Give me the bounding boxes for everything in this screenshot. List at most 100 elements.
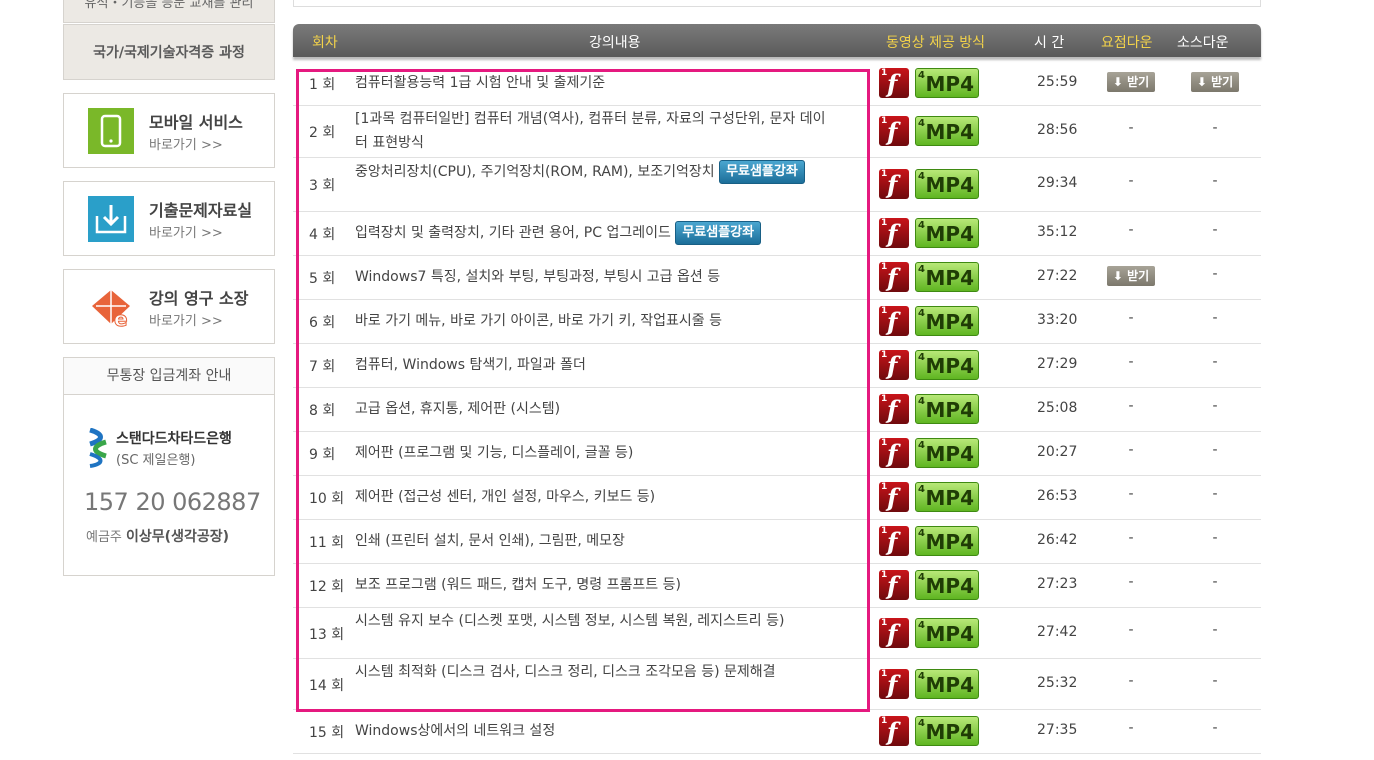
source-download: - — [1212, 354, 1218, 370]
source-download: - — [1212, 574, 1218, 590]
bank-subname: (SC 제일은행) — [116, 453, 196, 468]
header-time: 시 간 — [1034, 35, 1065, 51]
mp4-button[interactable]: MP4 — [915, 343, 979, 380]
lecture-title[interactable]: 컴퓨터활용능력 1급 시험 안내 및 출제기준 — [355, 71, 830, 95]
source-download: - — [1212, 120, 1218, 136]
summary-download: - — [1128, 486, 1134, 502]
past-exam-box[interactable]: 기출문제자료실 바로가기 >> — [63, 181, 275, 256]
lecture-time: 33:20 — [1037, 312, 1078, 328]
summary-download[interactable]: ⬇ 받기 — [1101, 72, 1161, 92]
flash-icon[interactable] — [879, 482, 909, 512]
table-row: 13 회 시스템 유지 보수 (디스켓 포맷, 시스템 정보, 시스템 복원, … — [293, 607, 1261, 659]
flash-icon[interactable] — [879, 394, 909, 424]
mp4-button[interactable]: MP4 — [915, 387, 979, 424]
sidebar-top-cut[interactable]: 유석・기능을 능문 교재를 관리 — [63, 0, 275, 23]
source-download: - — [1212, 173, 1218, 189]
lecture-title[interactable]: 시스템 유지 보수 (디스켓 포맷, 시스템 정보, 시스템 복원, 레지스트리… — [355, 609, 830, 633]
table-row: 8 회 고급 옵션, 휴지통, 제어판 (시스템) MP4 25:08 - - — [293, 387, 1261, 432]
mobile-service-box[interactable]: 모바일 서비스 바로가기 >> — [63, 93, 275, 168]
mp4-button[interactable]: MP4 — [915, 709, 979, 746]
source-download: - — [1212, 622, 1218, 638]
mp4-button[interactable]: MP4 — [915, 109, 979, 146]
table-row: 6 회 바로 가기 메뉴, 바로 가기 아이콘, 바로 가기 키, 작업표시줄 … — [293, 299, 1261, 344]
mp4-button[interactable]: MP4 — [915, 475, 979, 512]
lecture-title[interactable]: 입력장치 및 출력장치, 기타 관련 용어, PC 업그레이드 무료샘플강좌 — [355, 221, 830, 245]
lecture-title[interactable]: [1과목 컴퓨터일반] 컴퓨터 개념(역사), 컴퓨터 분류, 자료의 구성단위… — [355, 107, 830, 155]
summary-download: - — [1128, 398, 1134, 414]
lecture-e-icon: e — [92, 290, 130, 330]
download-button[interactable]: ⬇ 받기 — [1190, 72, 1240, 92]
sidebar-nav-national-cert[interactable]: 국가/국제기술자격증 과정 — [63, 24, 275, 80]
flash-icon[interactable] — [879, 169, 909, 199]
lecture-title[interactable]: Windows상에서의 네트워크 설정 — [355, 719, 830, 743]
mp4-button[interactable]: MP4 — [915, 662, 979, 699]
bank-account-box: 무통장 입금계좌 안내 스탠다드차타드은행 (SC 제일은행) 157 20 0… — [63, 357, 275, 576]
mp4-button[interactable]: MP4 — [915, 61, 979, 98]
flash-icon[interactable] — [879, 669, 909, 699]
flash-icon[interactable] — [879, 262, 909, 292]
past-exam-title: 기출문제자료실 — [149, 201, 253, 220]
lecture-title[interactable]: 중앙처리장치(CPU), 주기억장치(ROM, RAM), 보조기억장치 무료샘… — [355, 160, 830, 184]
lecture-title[interactable]: Windows7 특징, 설치와 부팅, 부팅과정, 부팅시 고급 옵션 등 — [355, 265, 830, 289]
permanent-lecture-link[interactable]: 바로가기 >> — [149, 310, 223, 329]
lecture-title[interactable]: 고급 옵션, 휴지통, 제어판 (시스템) — [355, 397, 830, 421]
free-sample-badge[interactable]: 무료샘플강좌 — [719, 160, 805, 184]
download-button[interactable]: ⬇ 받기 — [1106, 266, 1156, 286]
row-number: 9 회 — [309, 447, 336, 463]
lecture-title[interactable]: 시스템 최적화 (디스크 검사, 디스크 정리, 디스크 조각모음 등) 문제해… — [355, 660, 830, 684]
flash-icon[interactable] — [879, 618, 909, 648]
mp4-button[interactable]: MP4 — [915, 211, 979, 248]
download-button[interactable]: ⬇ 받기 — [1106, 72, 1156, 92]
summary-download[interactable]: ⬇ 받기 — [1101, 266, 1161, 286]
lecture-title[interactable]: 컴퓨터, Windows 탐색기, 파일과 폴더 — [355, 353, 830, 377]
source-download[interactable]: ⬇ 받기 — [1185, 72, 1245, 92]
mp4-button[interactable]: MP4 — [915, 255, 979, 292]
lecture-time: 29:34 — [1037, 175, 1078, 191]
flash-icon[interactable] — [879, 306, 909, 336]
lecture-title[interactable]: 제어판 (접근성 센터, 개인 설정, 마우스, 키보드 등) — [355, 485, 830, 509]
mp4-button[interactable]: MP4 — [915, 431, 979, 468]
table-row: 3 회 중앙처리장치(CPU), 주기억장치(ROM, RAM), 보조기억장치… — [293, 157, 1261, 212]
mp4-button[interactable]: MP4 — [915, 299, 979, 336]
sc-bank-logo-icon — [89, 428, 107, 468]
mp4-button[interactable]: MP4 — [915, 611, 979, 648]
mp4-button[interactable]: MP4 — [915, 563, 979, 600]
source-download: - — [1212, 442, 1218, 458]
mp4-button[interactable]: MP4 — [915, 519, 979, 556]
lecture-title[interactable]: 제어판 (프로그램 및 기능, 디스플레이, 글꼴 등) — [355, 441, 830, 465]
row-number: 11 회 — [309, 535, 345, 551]
row-number: 10 회 — [309, 491, 345, 507]
lecture-time: 27:23 — [1037, 576, 1078, 592]
flash-icon[interactable] — [879, 218, 909, 248]
row-number: 4 회 — [309, 227, 336, 243]
mp4-button[interactable]: MP4 — [915, 162, 979, 199]
lecture-time: 25:32 — [1037, 675, 1078, 691]
flash-icon[interactable] — [879, 350, 909, 380]
table-row: 15 회 Windows상에서의 네트워크 설정 MP4 27:35 - - — [293, 709, 1261, 754]
lecture-title[interactable]: 바로 가기 메뉴, 바로 가기 아이콘, 바로 가기 키, 작업표시줄 등 — [355, 309, 830, 333]
lecture-time: 27:42 — [1037, 624, 1078, 640]
free-sample-badge[interactable]: 무료샘플강좌 — [675, 221, 762, 245]
lecture-title[interactable]: 보조 프로그램 (워드 패드, 캡처 도구, 명령 프롬프트 등) — [355, 573, 830, 597]
flash-icon[interactable] — [879, 438, 909, 468]
lecture-time: 26:42 — [1037, 532, 1078, 548]
past-exam-link[interactable]: 바로가기 >> — [149, 222, 223, 241]
flash-icon[interactable] — [879, 116, 909, 146]
lecture-title[interactable]: 인쇄 (프린터 설치, 문서 인쇄), 그림판, 메모장 — [355, 529, 830, 553]
flash-icon[interactable] — [879, 526, 909, 556]
flash-icon[interactable] — [879, 68, 909, 98]
lecture-time: 27:35 — [1037, 722, 1078, 738]
permanent-lecture-title: 강의 영구 소장 — [149, 289, 249, 308]
mobile-service-link[interactable]: 바로가기 >> — [149, 134, 223, 153]
table-row: 7 회 컴퓨터, Windows 탐색기, 파일과 폴더 MP4 27:29 -… — [293, 343, 1261, 388]
summary-download: - — [1128, 622, 1134, 638]
lecture-time: 35:12 — [1037, 224, 1078, 240]
source-download: - — [1212, 530, 1218, 546]
table-top-edge — [293, 0, 1261, 7]
lecture-time: 28:56 — [1037, 122, 1078, 138]
permanent-lecture-box[interactable]: e 강의 영구 소장 바로가기 >> — [63, 269, 275, 344]
table-row: 1 회 컴퓨터활용능력 1급 시험 안내 및 출제기준 MP4 25:59 ⬇ … — [293, 61, 1261, 106]
source-download: - — [1212, 222, 1218, 238]
flash-icon[interactable] — [879, 716, 909, 746]
flash-icon[interactable] — [879, 570, 909, 600]
